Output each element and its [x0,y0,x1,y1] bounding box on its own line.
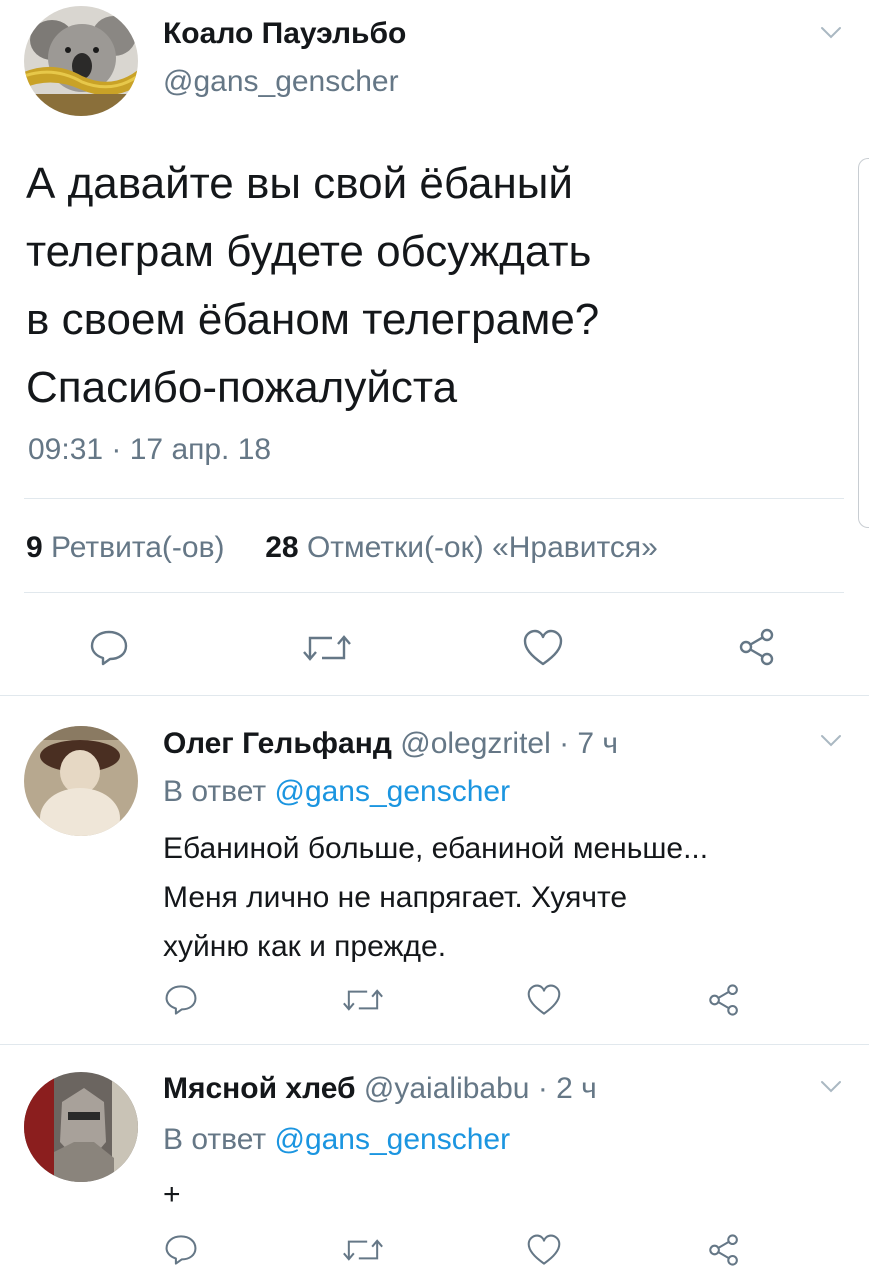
like-label: Отметки(-ок) «Нравится» [306,531,658,564]
reply-text: + [163,1170,181,1219]
scrollbar[interactable] [858,158,869,528]
like-stat[interactable]: 28 Отметки(-ок) «Нравится» [265,531,658,564]
tweet-stats: 9 Ретвита(-ов) 28 Отметки(-ок) «Нравится… [26,530,658,566]
retweet-icon [343,989,383,1011]
share-button[interactable] [736,626,778,668]
tweet-text: А давайте вы свой ёбаный телеграм будете… [26,150,599,422]
retweet-button[interactable] [342,1235,384,1265]
reply-button[interactable] [163,983,199,1017]
chevron-down-icon[interactable] [820,26,842,40]
reply-text-line: Ебаниной больше, ебаниной меньше... [163,832,709,865]
reply-icon [90,630,128,666]
chevron-down-icon[interactable] [820,1080,842,1094]
reply-to-handle[interactable]: @gans_genscher [274,1123,510,1156]
reply-button[interactable] [163,1233,199,1267]
like-icon [527,1234,561,1265]
divider [0,695,869,696]
reply-header: Мясной хлеб @yaialibabu · 2 ч [163,1071,597,1107]
avatar[interactable] [24,726,138,836]
reply-icon [165,985,197,1015]
share-icon [709,984,738,1016]
reply-to-handle[interactable]: @gans_genscher [274,775,510,808]
reply-button[interactable] [88,628,130,668]
retweet-icon [343,1239,383,1261]
retweet-icon [303,635,351,661]
share-button[interactable] [706,982,742,1018]
reply-to-prefix: В ответ [163,775,267,808]
reply-author-name[interactable]: Мясной хлеб [163,1072,356,1105]
like-icon [523,629,563,666]
tweet-timestamp[interactable]: 09:31 · 17 апр. 18 [28,432,271,468]
divider [24,592,844,593]
reply-header: Олег Гельфанд @olegzritel · 7 ч [163,726,618,762]
reply-handle-time[interactable]: @yaialibabu · 2 ч [364,1072,597,1105]
reply-text-line: + [163,1178,181,1211]
chevron-down-icon[interactable] [820,734,842,748]
retweet-button[interactable] [302,630,352,666]
reply-to: В ответ @gans_genscher [163,774,510,810]
author-display-name[interactable]: Коало Пауэльбо [163,16,406,52]
avatar[interactable] [24,1072,138,1182]
reply-handle-time[interactable]: @olegzritel · 7 ч [400,727,618,760]
retweet-button[interactable] [342,985,384,1015]
reply-to-prefix: В ответ [163,1123,267,1156]
tweet-text-line: А давайте вы свой ёбаный [26,159,574,208]
reply-author-name[interactable]: Олег Гельфанд [163,727,392,760]
retweet-count: 9 [26,531,43,564]
share-button[interactable] [706,1232,742,1268]
reply-icon [165,1235,197,1265]
tweet-text-line: телеграм будете обсуждать [26,227,592,276]
reply-text-line: Меня лично не напрягает. Хуячте [163,881,628,914]
reply-text: Ебаниной больше, ебаниной меньше... Меня… [163,824,708,971]
tweet-text-line: Спасибо-пожалуйста [26,363,458,412]
like-button[interactable] [522,628,564,668]
divider [24,498,844,499]
share-icon [739,628,774,666]
like-button[interactable] [526,1233,562,1267]
reply-text-line: хуйню как и прежде. [163,930,447,963]
like-button[interactable] [526,983,562,1017]
reply-to: В ответ @gans_genscher [163,1122,510,1158]
avatar[interactable] [24,6,138,116]
like-count: 28 [265,531,299,564]
like-icon [527,984,561,1015]
author-handle[interactable]: @gans_genscher [163,64,399,100]
tweet-text-line: в своем ёбаном телеграме? [26,295,600,344]
divider [0,1044,869,1045]
share-icon [709,1234,738,1266]
retweet-label: Ретвита(-ов) [51,531,225,564]
retweet-stat[interactable]: 9 Ретвита(-ов) [26,531,233,564]
